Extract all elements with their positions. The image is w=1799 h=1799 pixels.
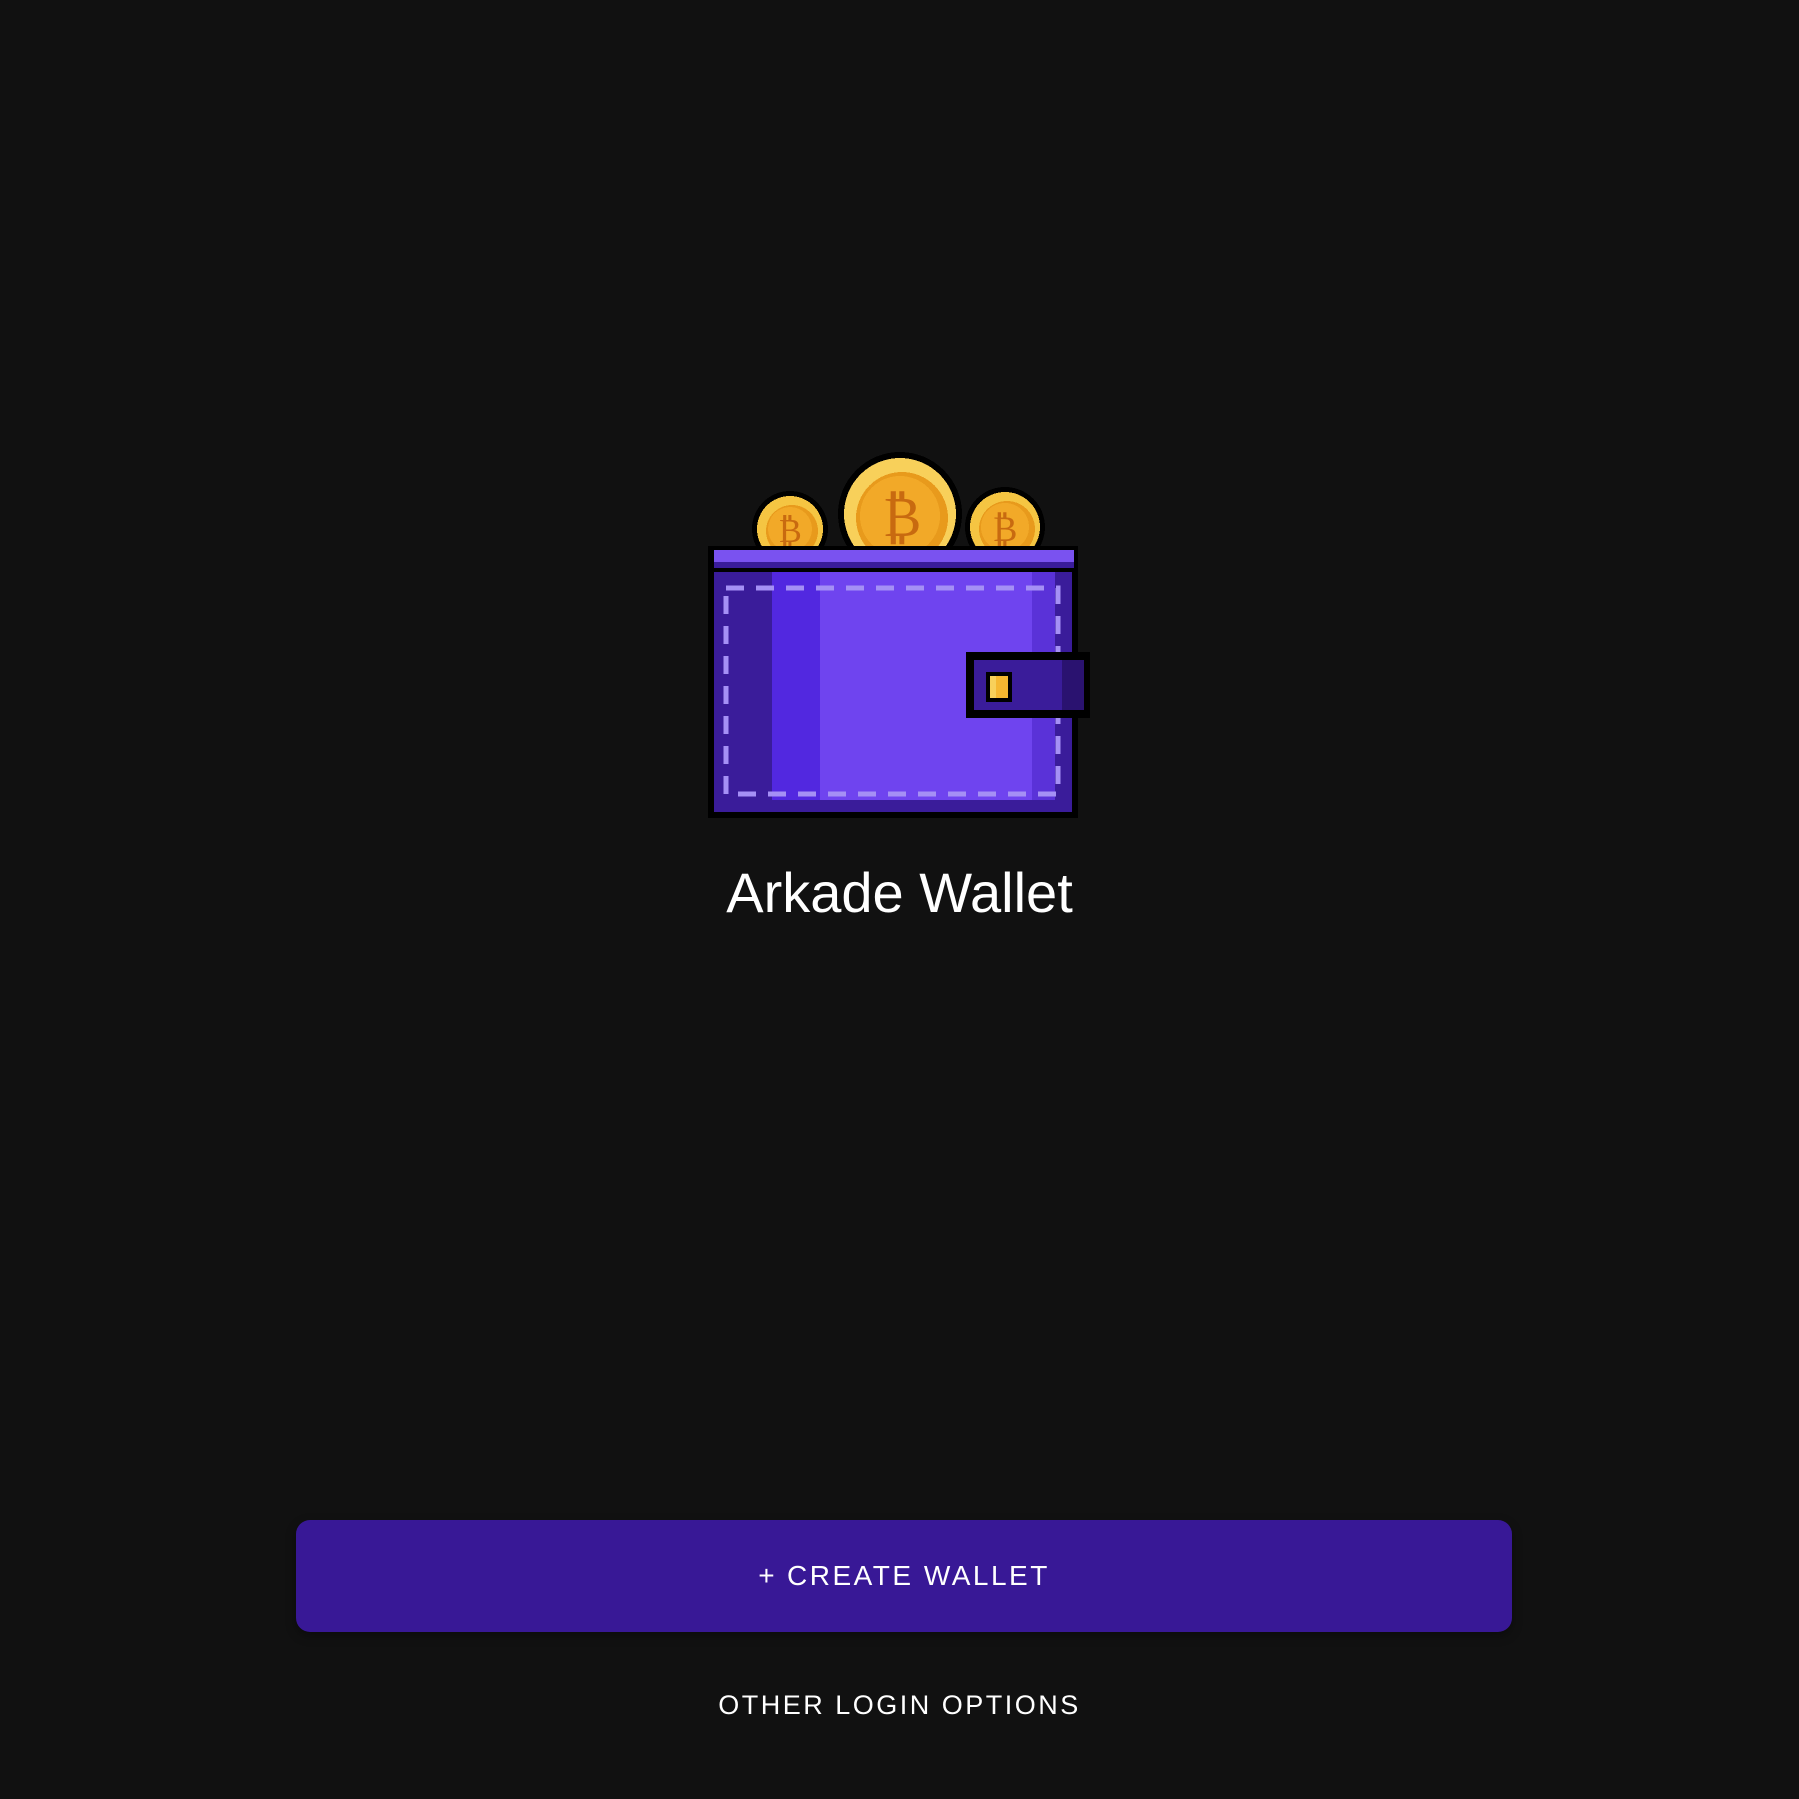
other-login-options-button[interactable]: OTHER LOGIN OPTIONS (0, 1684, 1799, 1726)
app-title: Arkade Wallet (726, 861, 1073, 924)
create-wallet-label: CREATE WALLET (787, 1560, 1050, 1591)
svg-text:₿: ₿ (883, 485, 922, 550)
wallet-logo-icon: ₿ ₿ ₿ (700, 450, 1100, 830)
svg-text:₿: ₿ (993, 509, 1018, 550)
plus-icon: + (758, 1560, 778, 1591)
svg-text:₿: ₿ (778, 511, 802, 551)
create-wallet-button[interactable]: + CREATE WALLET (296, 1520, 1512, 1632)
